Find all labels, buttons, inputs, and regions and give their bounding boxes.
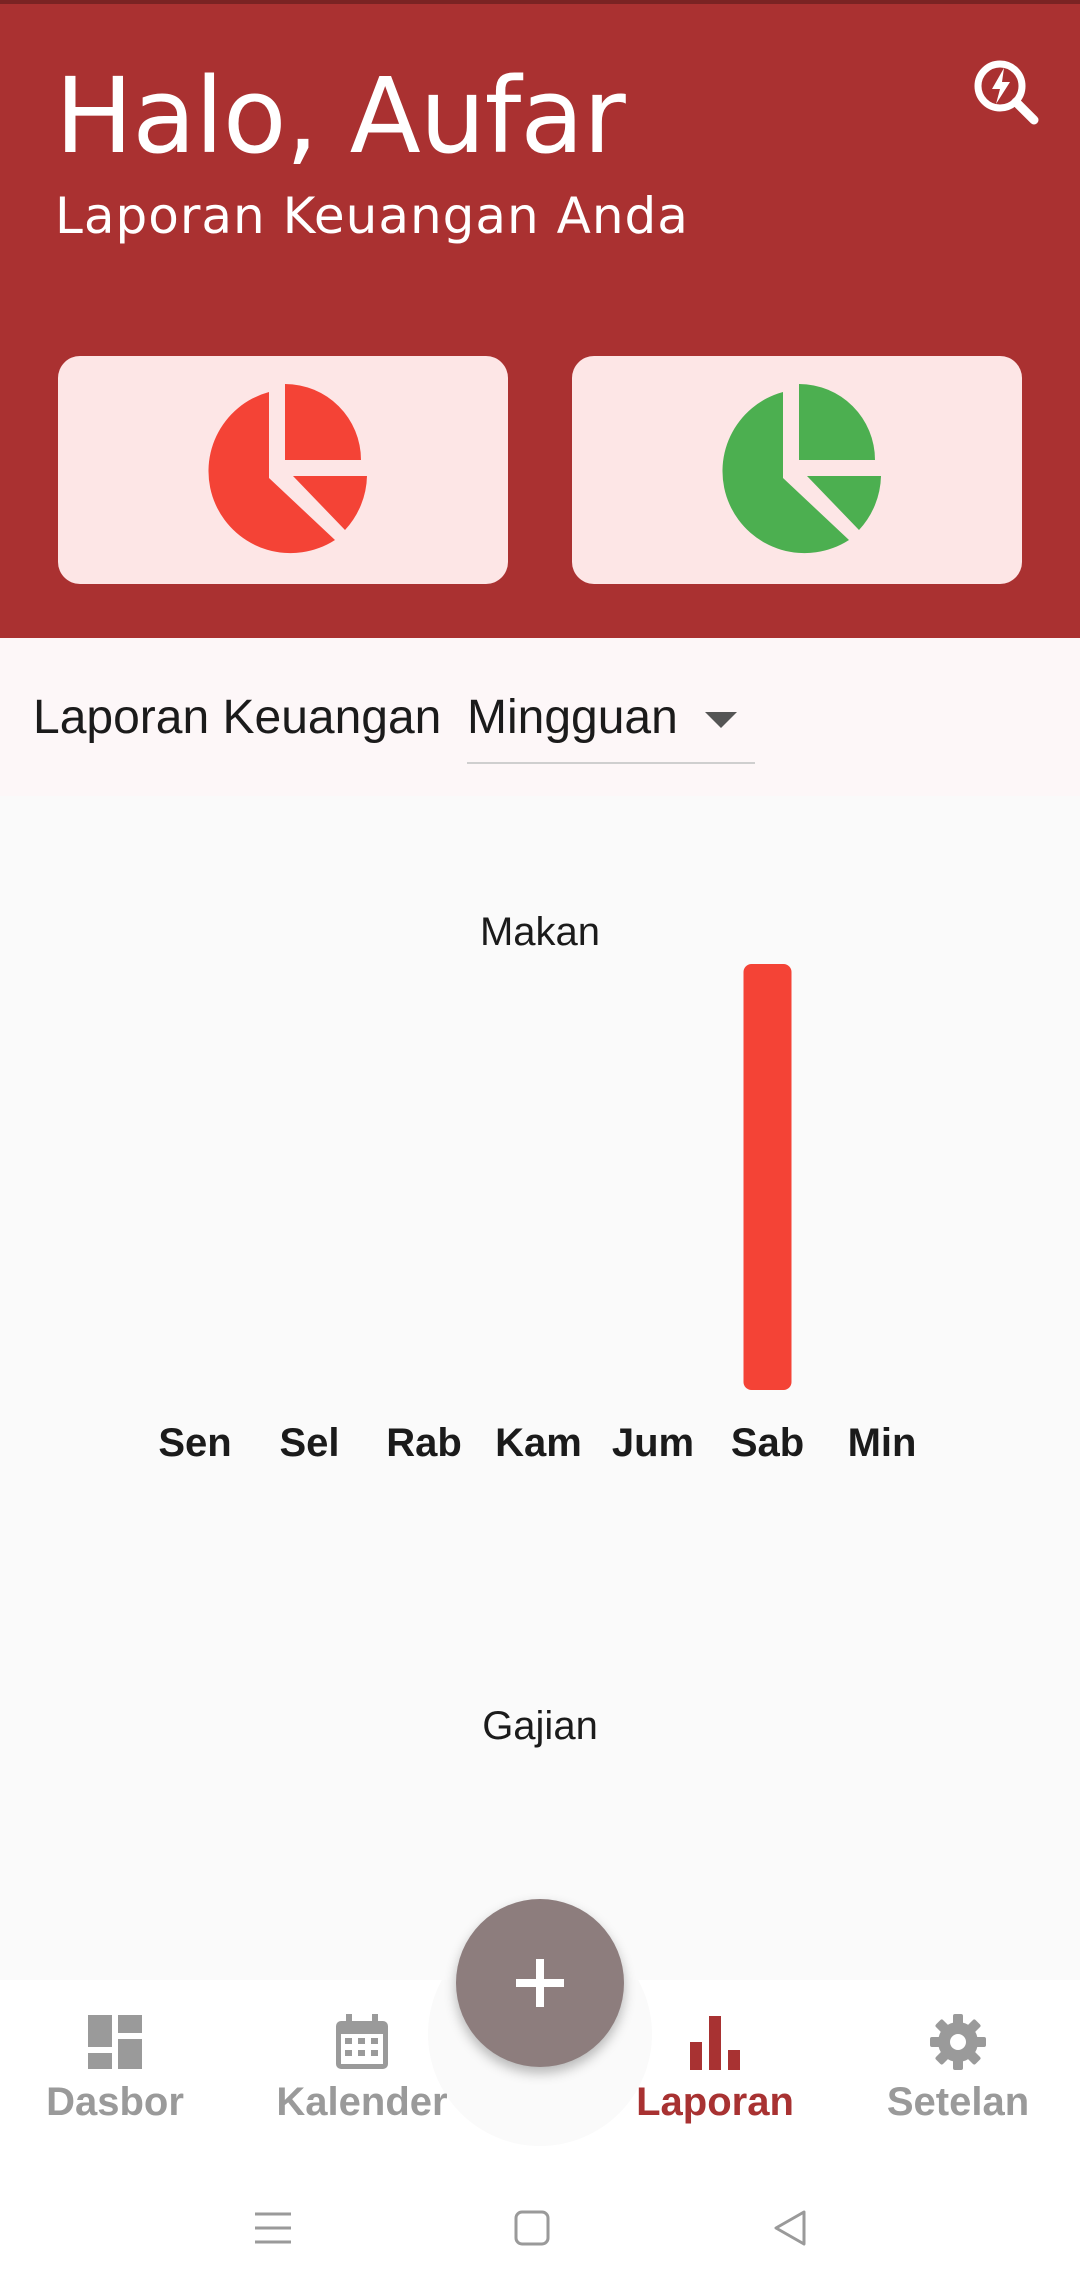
- back-icon[interactable]: [770, 2208, 810, 2248]
- search-lightning-icon: [974, 60, 1039, 125]
- nav-label-laporan: Laporan: [636, 2080, 794, 2124]
- greeting-subtitle: Laporan Keuangan Anda: [55, 187, 689, 245]
- x-tick-label-sel: Sel: [279, 1421, 339, 1465]
- nav-item-laporan[interactable]: Laporan: [615, 2012, 815, 2132]
- x-tick-label-sab: Sab: [731, 1421, 804, 1465]
- period-value: Mingguan: [467, 691, 678, 744]
- nav-label-setelan: Setelan: [886, 2080, 1030, 2124]
- nav-item-kalender[interactable]: Kalender: [262, 2012, 462, 2132]
- home-icon[interactable]: [512, 2208, 552, 2248]
- x-tick-label-kam: Kam: [495, 1421, 582, 1465]
- period-dropdown[interactable]: Mingguan: [467, 678, 755, 764]
- x-tick-label-rab: Rab: [386, 1421, 462, 1465]
- calendar-icon: [336, 2014, 388, 2069]
- pie-chart-icon: [722, 384, 881, 554]
- menu-icon[interactable]: [253, 2208, 293, 2248]
- report-label: Laporan Keuangan: [33, 691, 442, 744]
- app-header: Halo, Aufar Laporan Keuangan Anda: [0, 0, 1080, 638]
- nav-item-setelan[interactable]: Setelan: [858, 2012, 1058, 2132]
- chart-bar-sab: [743, 964, 792, 1390]
- income-summary-card[interactable]: [572, 356, 1022, 584]
- report-filter-bar: Laporan Keuangan Mingguan: [0, 638, 1080, 796]
- pie-chart-icon: [208, 384, 367, 554]
- settings-gear-icon: [930, 2014, 986, 2070]
- x-tick-label-min: Min: [848, 1421, 917, 1465]
- system-navigation-bar: [0, 2156, 1080, 2296]
- greeting-title: Halo, Aufar: [55, 55, 626, 177]
- dashboard-icon: [88, 2015, 142, 2069]
- x-tick-label-sen: Sen: [158, 1421, 231, 1465]
- expense-summary-card[interactable]: [58, 356, 508, 584]
- chevron-down-icon: [705, 712, 737, 728]
- nav-item-dasbor[interactable]: Dasbor: [15, 2012, 215, 2132]
- nav-label-kalender: Kalender: [276, 2080, 448, 2124]
- income-chart-title: Gajian: [482, 1704, 598, 1748]
- x-tick-label-jum: Jum: [612, 1421, 694, 1465]
- search-button[interactable]: [968, 54, 1044, 130]
- expense-bar-chart: Sen Sel Rab Kam Jum Sab Min: [158, 964, 917, 1465]
- add-transaction-button[interactable]: [456, 1899, 624, 2067]
- bar-chart-icon: [690, 2016, 740, 2070]
- plus-icon: [516, 1959, 564, 2007]
- nav-label-dasbor: Dasbor: [46, 2080, 184, 2124]
